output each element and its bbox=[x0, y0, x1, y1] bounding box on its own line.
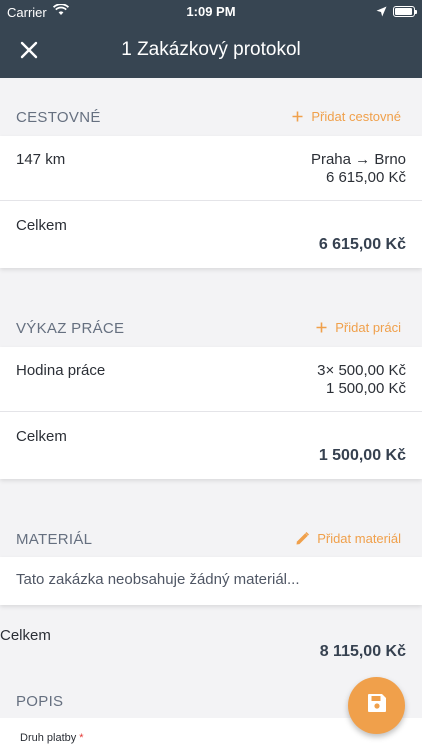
work-item-name: Hodina práce bbox=[16, 362, 106, 379]
work-card: Hodina práce 3× 500,00 Kč 1 500,00 Kč Ce… bbox=[0, 347, 422, 479]
work-total-row: Celkem 1 500,00 Kč bbox=[0, 412, 422, 479]
add-material-button[interactable]: Přidat materiál bbox=[296, 531, 401, 546]
travel-total-row: Celkem 6 615,00 Kč bbox=[0, 201, 422, 268]
required-mark: * bbox=[79, 732, 84, 744]
travel-item[interactable]: 147 km Praha → Brno 6 615,00 Kč bbox=[0, 136, 422, 201]
work-amount: 1 500,00 Kč bbox=[325, 380, 406, 397]
pencil-icon bbox=[296, 532, 310, 545]
work-item[interactable]: Hodina práce 3× 500,00 Kč 1 500,00 Kč bbox=[0, 347, 422, 412]
work-total-label: Celkem bbox=[16, 428, 67, 445]
overall-total-value: 8 115,00 Kč bbox=[319, 643, 406, 660]
material-section-title: MATERIÁL bbox=[16, 531, 93, 548]
work-total-value: 1 500,00 Kč bbox=[318, 447, 406, 464]
travel-section-title: CESTOVNÉ bbox=[16, 109, 101, 126]
add-material-label: Přidat materiál bbox=[317, 531, 401, 546]
nav-bar: 1 Zakázkový protokol bbox=[0, 24, 422, 78]
travel-total-label: Celkem bbox=[16, 217, 67, 234]
add-work-button[interactable]: Přidat práci bbox=[316, 320, 401, 335]
plus-icon bbox=[292, 111, 303, 122]
work-section-header: VÝKAZ PRÁCE Přidat práci bbox=[0, 310, 422, 346]
add-travel-label: Přidat cestovné bbox=[311, 109, 401, 124]
travel-distance: 147 km bbox=[16, 151, 66, 168]
overall-total: Celkem 8 115,00 Kč bbox=[0, 617, 422, 687]
material-empty-text: Tato zakázka neobsahuje žádný materiál..… bbox=[16, 571, 300, 588]
add-travel-button[interactable]: Přidat cestovné bbox=[292, 109, 401, 124]
travel-card: 147 km Praha → Brno 6 615,00 Kč Celkem 6… bbox=[0, 136, 422, 268]
clock: 1:09 PM bbox=[186, 4, 236, 19]
save-button[interactable] bbox=[348, 677, 405, 734]
battery-icon bbox=[393, 6, 417, 17]
payment-type-label-text: Druh platby bbox=[20, 732, 77, 744]
travel-route: Praha → Brno bbox=[310, 151, 406, 168]
location-arrow-icon bbox=[376, 5, 387, 20]
travel-amount: 6 615,00 Kč bbox=[325, 169, 406, 186]
overall-total-label: Celkem bbox=[0, 627, 51, 644]
work-section-title: VÝKAZ PRÁCE bbox=[16, 320, 125, 337]
add-work-label: Přidat práci bbox=[335, 320, 401, 335]
travel-section-header: CESTOVNÉ Přidat cestovné bbox=[0, 99, 422, 135]
save-icon bbox=[367, 693, 387, 718]
material-card: Tato zakázka neobsahuje žádný materiál..… bbox=[0, 557, 422, 605]
page-title: 1 Zakázkový protokol bbox=[121, 39, 301, 60]
status-bar: Carrier 1:09 PM bbox=[0, 0, 422, 24]
payment-type-label: Druh platby * bbox=[20, 732, 84, 744]
travel-total-value: 6 615,00 Kč bbox=[318, 236, 406, 253]
plus-icon bbox=[316, 322, 327, 333]
work-quantity-price: 3× 500,00 Kč bbox=[317, 362, 406, 379]
material-section-header: MATERIÁL Přidat materiál bbox=[0, 521, 422, 557]
description-section-title: POPIS bbox=[16, 693, 64, 710]
